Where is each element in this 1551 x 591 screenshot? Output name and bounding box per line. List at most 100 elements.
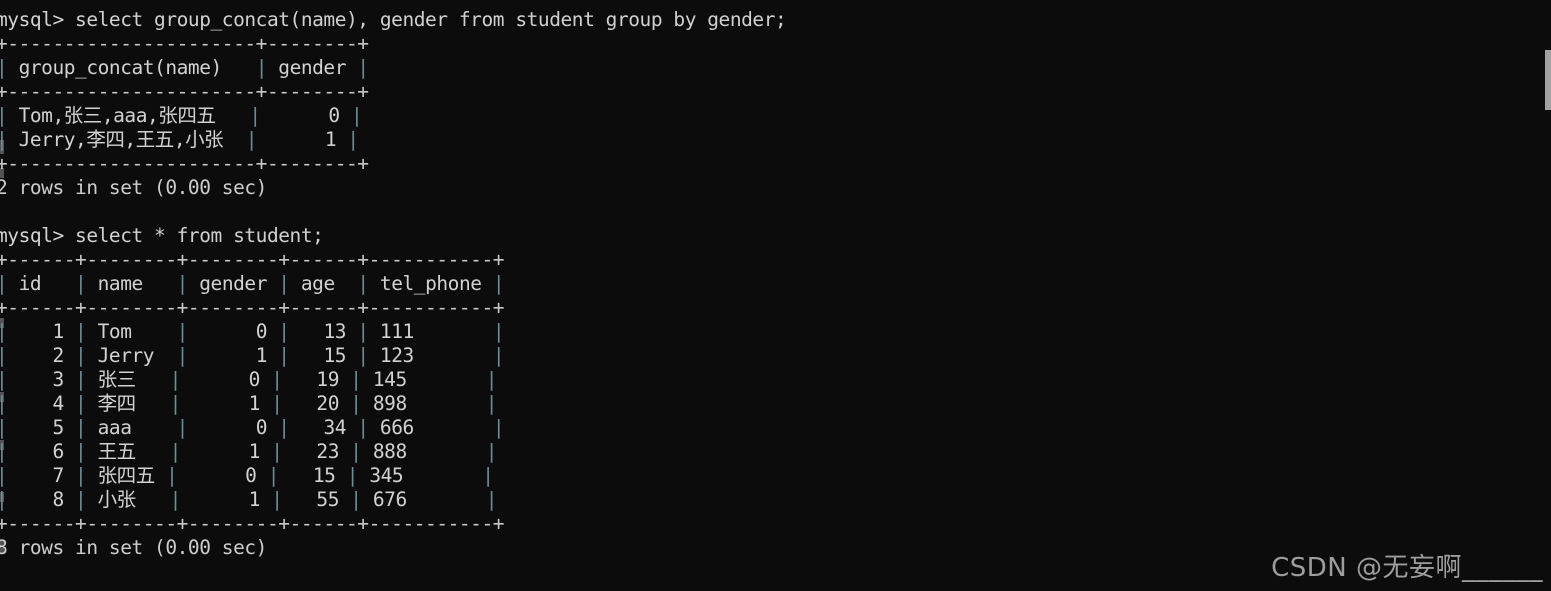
table-cell: name <box>86 272 177 295</box>
table-column-separator: | <box>357 320 369 343</box>
table-cell: Jerry,李四,王五,小张 <box>7 128 246 151</box>
terminal-command-line: mysql> select * from student; <box>0 224 1536 248</box>
table-cell: 6 <box>7 440 76 463</box>
table-column-separator: | <box>485 392 498 415</box>
table-column-separator: | <box>357 416 369 439</box>
table-column-separator: | <box>245 128 258 151</box>
table-column-separator: | <box>75 344 87 367</box>
table-row: | Jerry,李四,王五,小张 | 1 | <box>0 128 1536 152</box>
table-row: | 4 | 李四 | 1 | 20 | 898 | <box>0 392 1536 416</box>
table-cell: 0 <box>260 104 351 127</box>
table-row: | 8 | 小张 | 1 | 55 | 676 | <box>0 488 1536 512</box>
table-column-separator: | <box>255 56 268 79</box>
table-row: | 1 | Tom | 0 | 13 | 111 | <box>0 320 1536 344</box>
table-cell: 7 <box>7 464 76 487</box>
table-cell: 19 <box>282 368 351 391</box>
table-border-rule: +----------------------+--------+ <box>0 152 369 175</box>
table-cell: 小张 <box>86 488 170 511</box>
table-cell: 2 <box>7 344 76 367</box>
table-border-rule: +----------------------+--------+ <box>0 32 369 55</box>
table-column-separator: | <box>350 392 362 415</box>
table-column-separator: | <box>271 488 283 511</box>
table-column-separator: | <box>278 272 290 295</box>
table-column-separator: | <box>267 464 280 487</box>
table-column-separator: | <box>485 440 498 463</box>
table-column-separator: | <box>346 464 359 487</box>
table-cell: 20 <box>282 392 351 415</box>
table-column-separator: | <box>492 320 505 343</box>
sql-command-text: select * from student; <box>75 224 324 247</box>
table-row: | 6 | 王五 | 1 | 23 | 888 | <box>0 440 1536 464</box>
table-column-separator: | <box>176 416 189 439</box>
result-status-line: 2 rows in set (0.00 sec) <box>0 176 267 199</box>
table-column-separator: | <box>350 104 363 127</box>
table-column-separator: | <box>249 104 261 127</box>
table-row: | 2 | Jerry | 1 | 15 | 123 | <box>0 344 1536 368</box>
table-cell: 1 <box>180 440 272 463</box>
table-column-separator: | <box>169 440 182 463</box>
table-cell: 345 <box>358 464 483 487</box>
table-cell: group_concat(name) <box>7 56 256 79</box>
table-column-separator: | <box>271 392 283 415</box>
table-row: | 7 | 张四五 | 0 | 15 | 345 | <box>0 464 1536 488</box>
table-cell: 898 <box>361 392 486 415</box>
table-cell: 5 <box>7 416 76 439</box>
table-column-separator: | <box>75 464 87 487</box>
table-border-rule: +----------------------+--------+ <box>0 80 369 103</box>
table-cell: 1 <box>257 128 348 151</box>
table-column-separator: | <box>271 440 283 463</box>
terminal-command-line: mysql> select group_concat(name), gender… <box>0 8 1536 32</box>
mysql-prompt: mysql> <box>0 224 76 247</box>
sql-command-text: select group_concat(name), gender from s… <box>75 8 787 31</box>
table-column-separator: | <box>350 440 362 463</box>
table-cell: Jerry <box>86 344 177 367</box>
table-column-separator: | <box>75 272 87 295</box>
table-cell: tel_phone <box>368 272 493 295</box>
table-border-rule: +------+--------+--------+------+-------… <box>0 296 505 319</box>
table-column-separator: | <box>347 128 359 151</box>
table-cell: gender <box>266 56 358 79</box>
table-column-separator: | <box>357 56 369 79</box>
vertical-scrollbar-thumb[interactable] <box>1545 50 1551 110</box>
table-cell: 15 <box>289 344 358 367</box>
table-cell: 123 <box>368 344 493 367</box>
table-cell: 0 <box>180 368 272 391</box>
table-cell: 张四五 <box>86 464 167 487</box>
table-cell: id <box>7 272 76 295</box>
table-column-separator: | <box>485 368 498 391</box>
table-column-separator: | <box>75 320 87 343</box>
table-cell: 李四 <box>86 392 170 415</box>
table-column-separator: | <box>75 440 87 463</box>
table-cell: 23 <box>282 440 351 463</box>
table-cell: 0 <box>177 464 268 487</box>
table-column-separator: | <box>169 488 182 511</box>
terminal-output[interactable]: mysql> select group_concat(name), gender… <box>0 8 1536 560</box>
table-column-separator: | <box>271 368 283 391</box>
table-column-separator: | <box>176 320 189 343</box>
terminal-window: mysql> select group_concat(name), gender… <box>0 0 1551 591</box>
table-row: | 5 | aaa | 0 | 34 | 666 | <box>0 416 1536 440</box>
table-column-separator: | <box>75 392 87 415</box>
table-cell: 676 <box>361 488 486 511</box>
table-column-separator: | <box>350 368 362 391</box>
table-row: | Tom,张三,aaa,张四五 | 0 | <box>0 104 1536 128</box>
table-row: | id | name | gender | age | tel_phone | <box>0 272 1536 296</box>
table-column-separator: | <box>75 488 87 511</box>
table-cell: 0 <box>187 416 279 439</box>
table-column-separator: | <box>482 464 494 487</box>
table-column-separator: | <box>176 344 189 367</box>
table-cell: aaa <box>86 416 177 439</box>
table-column-separator: | <box>278 320 290 343</box>
table-cell: age <box>289 272 358 295</box>
table-column-separator: | <box>278 344 290 367</box>
table-cell: 888 <box>361 440 486 463</box>
table-column-separator: | <box>169 392 182 415</box>
table-column-separator: | <box>350 488 362 511</box>
table-border-rule: +------+--------+--------+------+-------… <box>0 512 505 535</box>
table-column-separator: | <box>492 416 505 439</box>
table-border-rule: +------+--------+--------+------+-------… <box>0 248 505 271</box>
vertical-scrollbar-track[interactable] <box>1545 0 1551 591</box>
table-column-separator: | <box>278 416 290 439</box>
table-row: | 3 | 张三 | 0 | 19 | 145 | <box>0 368 1536 392</box>
